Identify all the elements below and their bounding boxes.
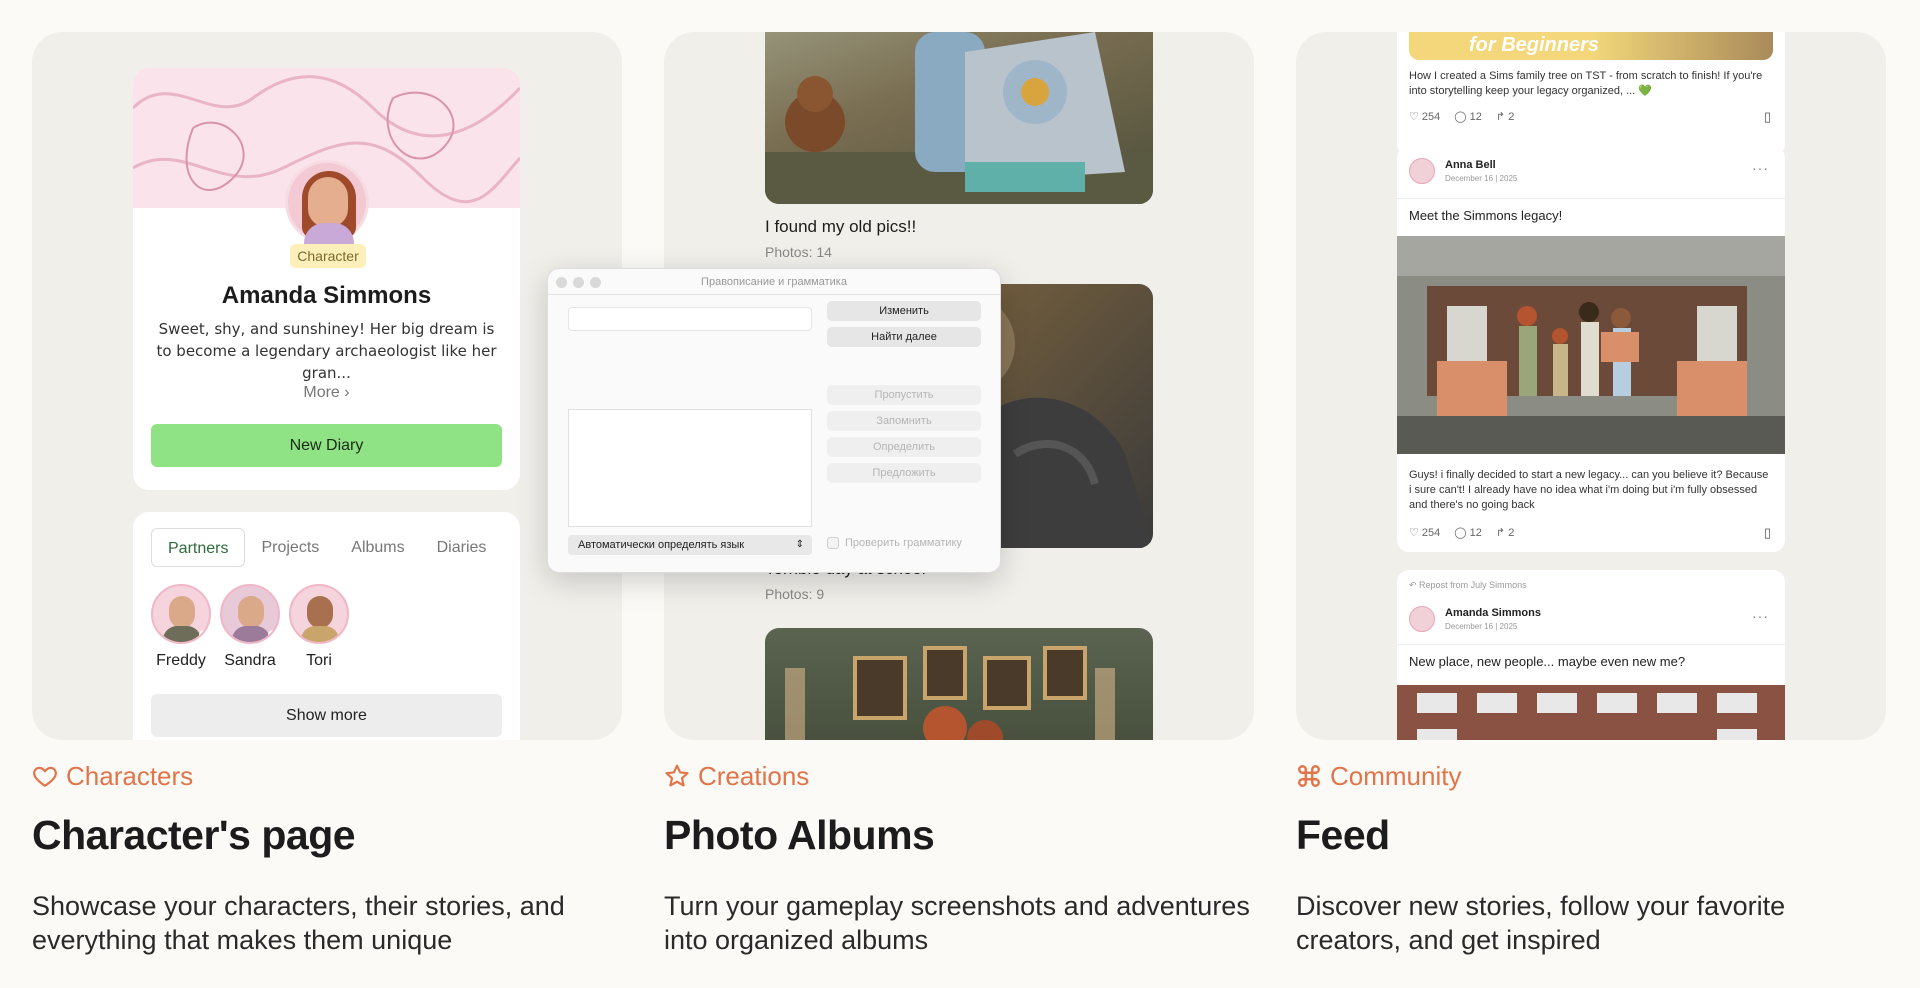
friend-name: Tori [306,652,332,669]
avatar [289,584,349,644]
community-caption: Community Feed Discover new stories, fol… [1296,758,1896,957]
star-icon [665,764,689,787]
bookmark-icon[interactable]: ▯ [1764,525,1771,541]
zoom-window-button[interactable] [590,277,601,288]
suggestions-list[interactable] [568,409,812,527]
friend-name: Freddy [156,652,206,669]
find-next-button[interactable]: Найти далее [827,327,981,347]
checkbox-icon [827,537,839,549]
album-title[interactable]: I found my old pics!! [765,217,916,237]
post-image[interactable] [1397,685,1785,740]
post-text: Guys! i finally decided to start a new l… [1409,469,1769,511]
post-text: How I created a Sims family tree on TST … [1409,70,1763,97]
avatar [220,584,280,644]
album-cover[interactable] [765,32,1153,204]
post-date: December 16 | 2025 [1445,622,1518,631]
learn-button[interactable]: Запомнить [827,411,981,431]
repost-button[interactable]: ↱ 2 [1496,526,1514,539]
character-name: Amanda Simmons [221,282,432,309]
friend-item[interactable]: Sandra [220,584,280,670]
avatar[interactable] [1409,158,1435,184]
friend-item[interactable]: Freddy [151,584,211,670]
friends-list: Freddy Sandra Tori [151,584,349,670]
section-title: Photo Albums [664,812,935,858]
creations-caption: Creations Photo Albums Turn your gamepla… [664,758,1264,957]
post-banner: for Beginners [1409,32,1773,60]
online-indicator [268,630,278,640]
new-diary-button[interactable]: New Diary [151,424,502,467]
feed-post[interactable]: for Beginners How I created a Sims famil… [1397,32,1785,156]
bookmark-icon[interactable]: ▯ [1764,109,1771,125]
like-button[interactable]: ♡ 254 [1409,526,1440,539]
guess-button[interactable]: Предложить [827,463,981,483]
characters-preview-panel: Character Amanda Simmons Sweet, shy, and… [32,32,622,740]
skip-button[interactable]: Пропустить [827,385,981,405]
post-stats: ♡ 254 ◯ 12 ↱ 2 [1409,110,1514,123]
tab-albums[interactable]: Albums [335,528,420,567]
character-card: Character Amanda Simmons Sweet, shy, and… [133,68,520,490]
chevron-right-icon: › [344,384,350,401]
comment-button[interactable]: ◯ 12 [1454,110,1482,123]
character-avatar [285,160,369,247]
community-preview-panel: for Beginners How I created a Sims famil… [1296,32,1886,740]
replacement-input[interactable] [568,307,812,331]
avatar[interactable] [1409,606,1435,632]
section-title: Feed [1296,812,1390,858]
relations-tabs: Partners Projects Albums Diaries [151,528,502,567]
more-options-icon[interactable]: ··· [1752,608,1769,624]
spelling-grammar-dialog: Правописание и грамматика Изменить Найти… [547,268,1001,573]
character-bio: Sweet, shy, and sunshiney! Her big dream… [156,320,497,382]
dialog-title-bar[interactable]: Правописание и грамматика [548,269,1000,295]
post-caption: Meet the Simmons legacy! [1409,208,1563,223]
post-author[interactable]: Amanda Simmons [1445,607,1541,619]
album-cover[interactable] [765,628,1153,740]
like-button[interactable]: ♡ 254 [1409,110,1440,123]
dialog-title: Правописание и грамматика [701,276,847,288]
tab-diaries[interactable]: Diaries [421,528,503,567]
online-indicator [199,630,209,640]
post-stats: ♡ 254 ◯ 12 ↱ 2 [1409,526,1514,539]
post-header: Anna Bell December 16 | 2025 [1409,158,1517,184]
minimize-window-button[interactable] [573,277,584,288]
avatar [151,584,211,644]
check-grammar-checkbox[interactable]: Проверить грамматику [827,537,962,549]
feed-post[interactable]: ↶ Repost from July Simmons Amanda Simmon… [1397,570,1785,740]
repost-button[interactable]: ↱ 2 [1496,110,1514,123]
command-icon [1298,765,1320,787]
show-more-button[interactable]: Show more [151,694,502,737]
tab-partners[interactable]: Partners [151,528,246,567]
category-label: Community [1296,758,1896,794]
post-image[interactable] [1397,236,1785,454]
section-description: Showcase your characters, their stories,… [32,891,565,955]
post-author[interactable]: Anna Bell [1445,159,1517,171]
more-link[interactable]: More › [133,384,520,402]
updown-arrow-icon: ⇕ [795,539,804,550]
relations-card: Partners Projects Albums Diaries Freddy … [133,512,520,740]
tab-projects[interactable]: Projects [245,528,335,567]
section-description: Turn your gameplay screenshots and adven… [664,891,1250,955]
more-options-icon[interactable]: ··· [1752,160,1769,176]
define-button[interactable]: Определить [827,437,981,457]
album-photo-count: Photos: 9 [765,586,825,602]
heart-icon [33,766,57,788]
section-description: Discover new stories, follow your favori… [1296,891,1786,955]
post-date: December 16 | 2025 [1445,174,1518,183]
friend-name: Sandra [224,652,276,669]
post-caption: New place, new people... maybe even new … [1409,654,1686,669]
album-photo-count: Photos: 14 [765,244,832,260]
close-window-button[interactable] [556,277,567,288]
characters-caption: Characters Character's page Showcase you… [32,758,632,957]
comment-button[interactable]: ◯ 12 [1454,526,1482,539]
language-select[interactable]: Автоматически определять язык ⇕ [568,535,812,555]
section-title: Character's page [32,812,356,858]
category-label: Characters [32,758,632,794]
change-button[interactable]: Изменить [827,301,981,321]
post-header: Amanda Simmons December 16 | 2025 [1409,606,1541,632]
feed-post[interactable]: Anna Bell December 16 | 2025 ··· Meet th… [1397,146,1785,552]
friend-item[interactable]: Tori [289,584,349,670]
repost-label: ↶ Repost from July Simmons [1409,580,1527,590]
character-badge: Character [290,244,366,268]
category-label: Creations [664,758,1264,794]
